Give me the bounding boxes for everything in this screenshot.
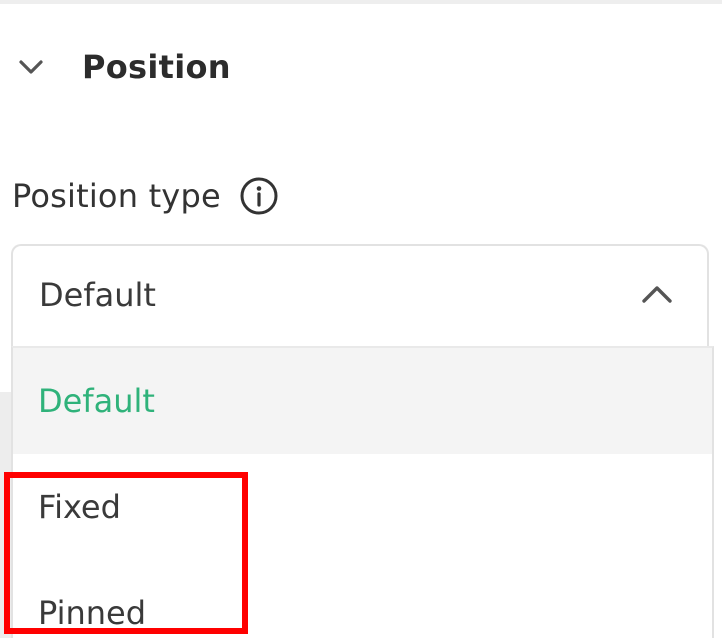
chevron-down-icon: [16, 52, 46, 82]
info-icon[interactable]: [239, 176, 279, 216]
dropdown-option-default[interactable]: Default: [13, 348, 712, 454]
position-type-label: Position type: [12, 177, 221, 215]
position-panel: Position Position type Default Default F…: [0, 0, 722, 638]
position-type-label-row: Position type: [12, 176, 279, 216]
annotation-highlight-box: [4, 472, 248, 634]
section-title: Position: [82, 48, 231, 86]
position-section-toggle[interactable]: Position: [16, 48, 231, 86]
chevron-up-icon: [641, 282, 673, 306]
select-current-value: Default: [39, 276, 156, 314]
position-type-select[interactable]: Default: [11, 244, 709, 346]
panel-top-divider: [0, 0, 722, 4]
